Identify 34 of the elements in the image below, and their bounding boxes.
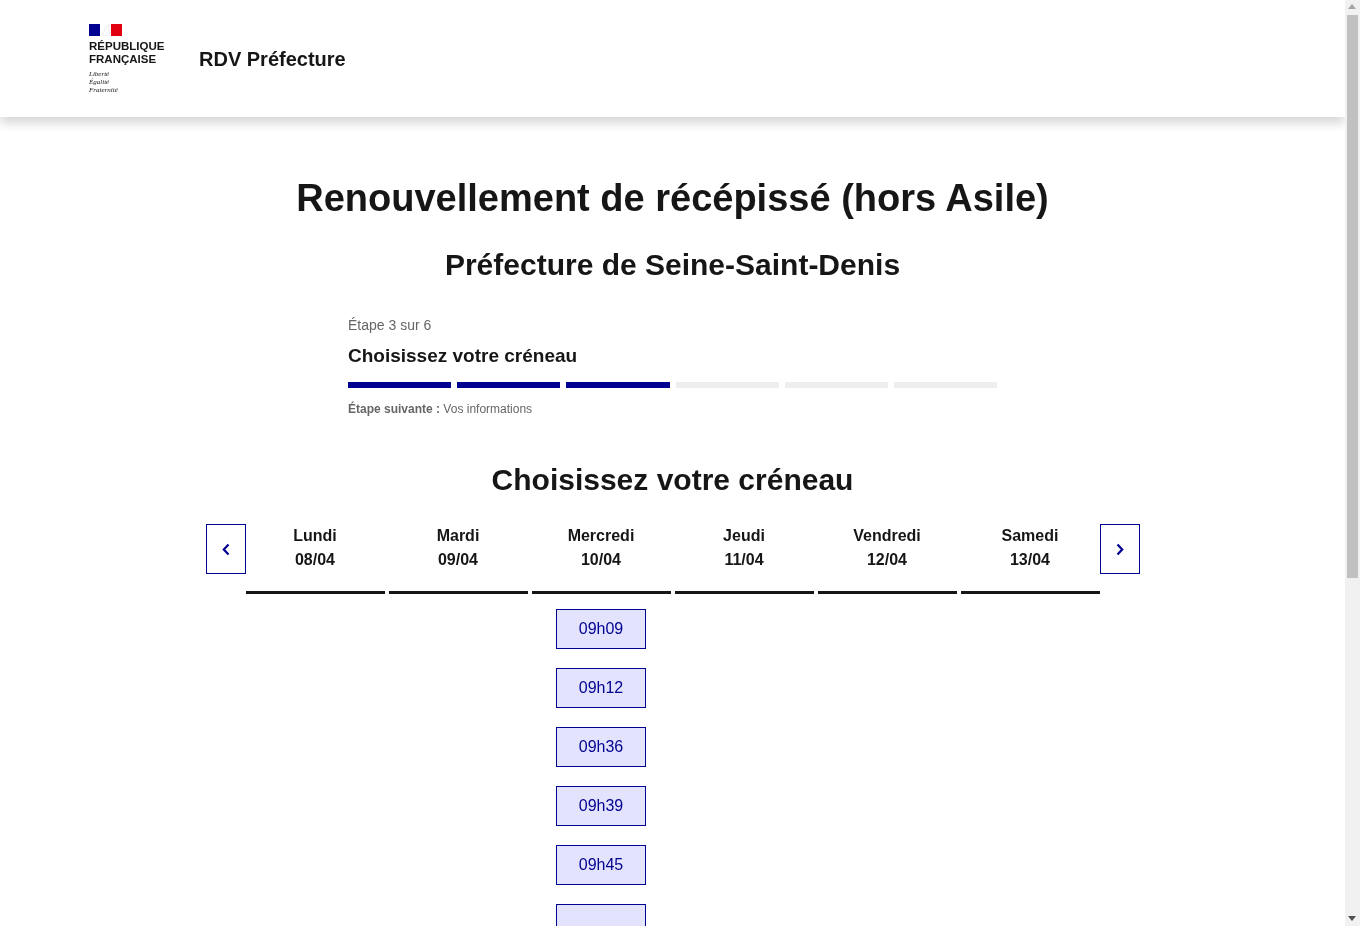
- day-name: Mardi: [436, 526, 480, 546]
- day-name: Jeudi: [723, 526, 765, 546]
- scrollbar-thumb[interactable]: [1347, 15, 1358, 578]
- time-slot-button[interactable]: 09h12: [556, 668, 646, 708]
- step-title: Choisissez votre créneau: [348, 344, 579, 368]
- step-count: Étape 3 sur 6: [348, 316, 433, 335]
- day-date: 10/04: [580, 550, 621, 570]
- chevron-left-icon: [221, 542, 230, 556]
- prefecture-title: Préfecture de Seine-Saint-Denis: [444, 247, 901, 283]
- day-date: 13/04: [1009, 550, 1050, 570]
- day-name: Vendredi: [853, 526, 921, 546]
- next-step-text: Étape suivante : Vos informations: [348, 401, 534, 417]
- time-slot-button[interactable]: 09h45: [556, 845, 646, 885]
- time-slot-button[interactable]: 09h36: [556, 727, 646, 767]
- republic-name: RÉPUBLIQUE FRANÇAISE: [89, 39, 165, 66]
- day-date: 09/04: [437, 550, 478, 570]
- flag-logo-icon: [89, 23, 122, 36]
- scrollbar-track[interactable]: [1345, 0, 1360, 926]
- chevron-right-icon: [1115, 542, 1124, 556]
- scroll-down-icon[interactable]: [1348, 916, 1356, 921]
- service-title[interactable]: RDV Préfecture: [199, 48, 346, 71]
- day-name: Samedi: [1001, 526, 1059, 546]
- day-date: 12/04: [866, 550, 907, 570]
- day-name: Lundi: [293, 526, 337, 546]
- day-date: 11/04: [724, 550, 764, 570]
- section-title: Choisissez votre créneau: [491, 462, 854, 498]
- day-name: Mercredi: [567, 526, 635, 546]
- time-slot-button[interactable]: 09h09: [556, 609, 646, 649]
- day-date: 08/04: [294, 550, 335, 570]
- next-week-button[interactable]: [1099, 524, 1140, 574]
- time-slot-button[interactable]: [556, 904, 646, 926]
- page-title: Renouvellement de récépissé (hors Asile): [296, 176, 1049, 221]
- previous-week-button[interactable]: [205, 524, 246, 574]
- time-slot-button[interactable]: 09h39: [556, 786, 646, 826]
